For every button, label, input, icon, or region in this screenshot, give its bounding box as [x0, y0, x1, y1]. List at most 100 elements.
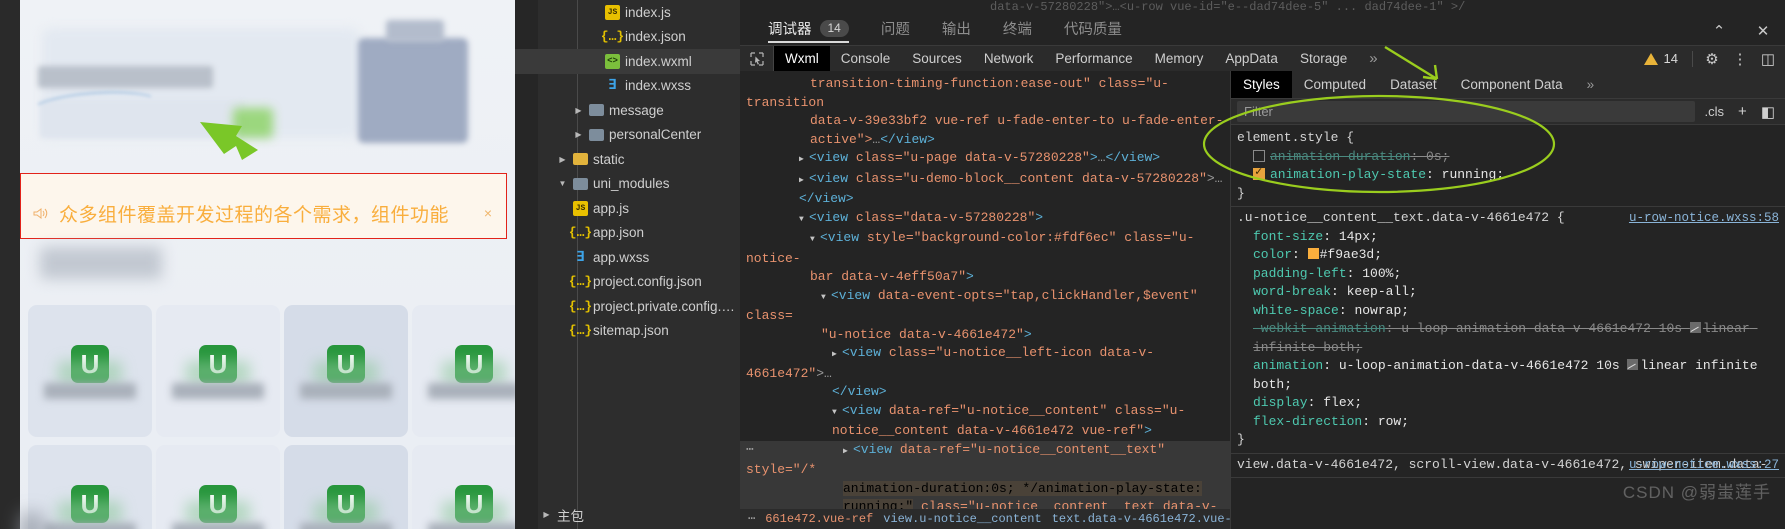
css-value[interactable]: row; — [1378, 414, 1409, 429]
css-property[interactable]: color — [1253, 247, 1292, 262]
inspect-element-icon[interactable] — [740, 45, 774, 72]
dom-tree-line[interactable]: ▶ <view class="u-notice__left-icon data-v… — [740, 344, 1230, 383]
chevron-down-icon[interactable]: ▼ — [799, 211, 809, 230]
easing-curve-icon[interactable] — [1627, 359, 1639, 371]
chevron-right-icon[interactable]: ▶ — [832, 346, 842, 365]
chevron-right-icon[interactable]: ▶ — [557, 155, 568, 164]
tab-output[interactable]: 输出 — [926, 12, 987, 44]
more-vertical-icon[interactable]: ⋮ — [1727, 50, 1753, 68]
tab-component-data[interactable]: Component Data — [1449, 71, 1575, 98]
app-card[interactable]: U — [28, 445, 152, 529]
file-tree-item[interactable]: {…} app.json — [515, 221, 740, 246]
dom-tree-line[interactable]: ▼ <view style="background-color:#fdf6ec" … — [740, 229, 1230, 268]
breadcrumb-item[interactable]: text.data-v-4661e472.vue-ref — [1052, 510, 1230, 529]
css-declaration[interactable]: word-break: keep-all; — [1237, 283, 1785, 302]
tab-console[interactable]: Console — [830, 46, 902, 71]
file-tree-item[interactable]: ∃ app.wxss — [515, 245, 740, 270]
file-tree-item[interactable]: JS app.js — [515, 196, 740, 221]
tab-sources[interactable]: Sources — [901, 46, 973, 71]
styles-more-tabs-icon[interactable]: » — [1575, 71, 1607, 98]
css-property[interactable]: -webkit-animation — [1253, 321, 1386, 336]
css-declaration[interactable]: white-space: nowrap; — [1237, 302, 1785, 321]
tab-storage[interactable]: Storage — [1289, 46, 1358, 71]
css-rule[interactable]: u-row-notice.wxss:58 .u-notice__content__… — [1231, 207, 1785, 454]
css-value[interactable]: #f9ae3d; — [1320, 247, 1382, 262]
css-rule[interactable]: element.style {animation-duration: 0s;an… — [1231, 127, 1785, 208]
chevron-right-icon[interactable]: ▶ — [573, 130, 584, 139]
tab-wxml[interactable]: Wxml — [774, 45, 830, 72]
css-property[interactable]: display — [1253, 395, 1308, 410]
declaration-checkbox[interactable] — [1253, 149, 1265, 162]
app-card[interactable]: U — [412, 305, 515, 437]
dock-panel-icon[interactable]: ◫ — [1755, 50, 1781, 68]
css-declaration[interactable]: padding-left: 100%; — [1237, 265, 1785, 284]
css-rules-list[interactable]: element.style {animation-duration: 0s;an… — [1231, 125, 1785, 529]
file-tree-item[interactable]: {…} project.config.json — [515, 270, 740, 295]
chevron-right-icon[interactable]: ▶ — [799, 172, 809, 191]
tab-debugger[interactable]: 调试器 14 — [752, 12, 865, 44]
sidebar-toggle-icon[interactable]: ◧ — [1757, 103, 1779, 121]
dom-tree-line[interactable]: </view> — [740, 383, 1230, 402]
css-value[interactable]: flex; — [1323, 395, 1362, 410]
breadcrumb-item[interactable]: 661e472.vue-ref — [765, 510, 873, 529]
css-property[interactable]: padding-left — [1253, 266, 1347, 281]
css-property[interactable]: animation — [1253, 358, 1323, 373]
chevron-right-icon[interactable]: ▶ — [843, 443, 853, 462]
tab-computed[interactable]: Computed — [1292, 71, 1378, 98]
css-property[interactable]: animation-play-state — [1270, 167, 1426, 182]
file-tree-item[interactable]: ▶ message — [515, 98, 740, 123]
chevron-down-icon[interactable]: ▼ — [821, 289, 831, 308]
css-source-link[interactable]: u-row-notice.wxss:58 — [1629, 209, 1779, 228]
css-value[interactable]: 100%; — [1362, 266, 1401, 281]
file-tree-item[interactable]: ▶ static — [515, 147, 740, 172]
css-declaration[interactable]: animation: u-loop-animation-data-v-4661e… — [1237, 357, 1785, 394]
wxml-dom-tree[interactable]: transition-timing-function:ease-out" cla… — [740, 71, 1230, 529]
chevron-down-icon[interactable]: ▼ — [832, 404, 842, 423]
new-style-rule-button[interactable]: + — [1734, 103, 1751, 120]
chevron-right-icon[interactable]: ▶ — [573, 106, 584, 115]
file-tree-item[interactable]: JS index.js — [515, 0, 740, 25]
css-declaration[interactable]: animation-play-state: running; — [1237, 165, 1785, 185]
css-rule[interactable]: u-row-notice.wxss:27 view.data-v-4661e472… — [1231, 454, 1785, 479]
expand-dots-icon[interactable]: ⋯ — [746, 441, 755, 460]
dom-tree-line[interactable]: ▼ <view data-ref="u-notice__content" clas… — [740, 402, 1230, 423]
app-card[interactable]: U — [156, 305, 280, 437]
tab-code-quality[interactable]: 代码质量 — [1048, 12, 1138, 44]
css-declaration[interactable]: display: flex; — [1237, 394, 1785, 413]
css-property[interactable]: animation-duration — [1270, 149, 1410, 164]
css-value[interactable]: 0s; — [1426, 149, 1449, 164]
close-icon[interactable]: × — [484, 205, 496, 221]
tab-terminal[interactable]: 终端 — [987, 12, 1048, 44]
close-icon[interactable]: ✕ — [1741, 12, 1785, 49]
tab-performance[interactable]: Performance — [1044, 46, 1143, 71]
css-property[interactable]: font-size — [1253, 229, 1323, 244]
app-card[interactable]: U — [284, 445, 408, 529]
css-selector[interactable]: element.style { — [1237, 129, 1785, 148]
chevron-down-icon[interactable]: ▼ — [810, 231, 820, 250]
tab-styles[interactable]: Styles — [1231, 71, 1292, 99]
styles-filter-input[interactable] — [1237, 101, 1695, 123]
breadcrumb-item[interactable]: view.u-notice__content — [883, 510, 1041, 529]
gear-icon[interactable]: ⚙ — [1699, 50, 1725, 68]
file-tree-root-node[interactable]: ▶ 主包 — [515, 503, 740, 528]
css-property[interactable]: word-break — [1253, 284, 1331, 299]
chevron-down-icon[interactable]: ▼ — [557, 179, 568, 188]
css-declaration[interactable]: color: #f9ae3d; — [1237, 246, 1785, 265]
dom-tree-line[interactable]: ▶ <view class="u-page data-v-57280228">…<… — [740, 149, 1230, 170]
easing-curve-icon[interactable] — [1689, 322, 1701, 334]
file-tree-item[interactable]: {…} sitemap.json — [515, 319, 740, 344]
tab-appdata[interactable]: AppData — [1214, 46, 1289, 71]
app-card[interactable]: U — [284, 305, 408, 437]
dom-tree-line[interactable]: notice__content data-v-4661e472 vue-ref"… — [740, 422, 1230, 441]
dom-tree-line[interactable]: data-v-39e33bf2 vue-ref u-fade-enter-to … — [740, 112, 1230, 131]
dom-tree-line[interactable]: ▼ <view class="data-v-57280228"> — [740, 209, 1230, 230]
dom-tree-line[interactable]: ⋯ ▶ <view data-ref="u-notice__content__tex… — [740, 440, 1230, 480]
app-card[interactable]: U — [28, 305, 152, 437]
css-declaration[interactable]: font-size: 14px; — [1237, 228, 1785, 247]
dom-tree-line[interactable]: animation-duration:0s; */animation-play-… — [740, 479, 1230, 499]
more-tabs-icon[interactable]: » — [1358, 46, 1388, 71]
breadcrumb-overflow[interactable]: ⋯ — [748, 510, 755, 529]
dom-tree-line[interactable]: "u-notice data-v-4661e472"> — [740, 326, 1230, 345]
dom-tree-line[interactable]: active">…</view> — [740, 131, 1230, 150]
chevron-right-icon[interactable]: ▶ — [799, 151, 809, 170]
